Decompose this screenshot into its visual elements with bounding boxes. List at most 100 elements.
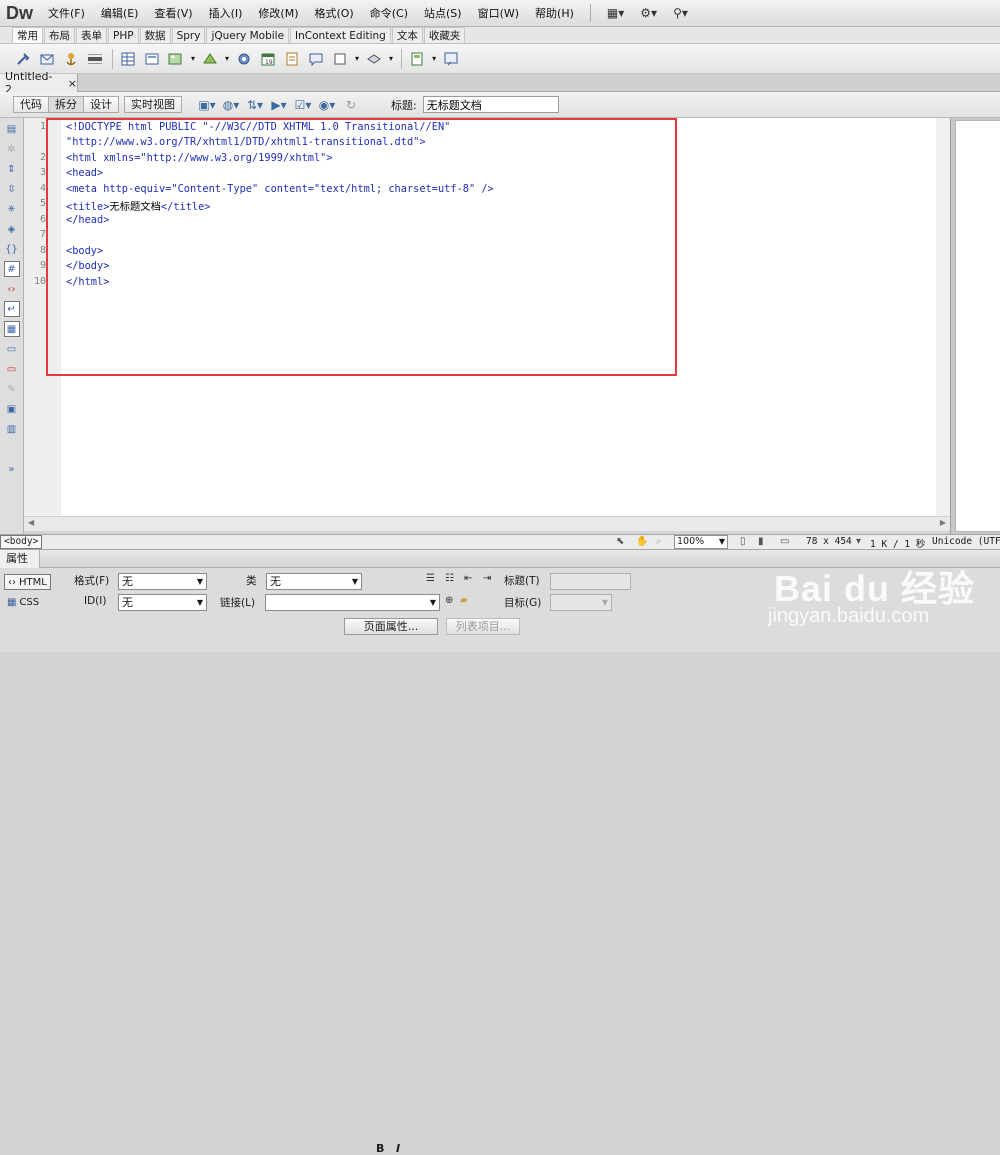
open-documents-icon[interactable]: ▤ [4, 121, 20, 137]
zoom-tool-icon[interactable]: ⌕ [656, 536, 662, 547]
media-dropdown-icon[interactable]: ▾ [225, 54, 229, 63]
document-title-input[interactable] [422, 96, 559, 113]
horizontal-rule-icon[interactable] [86, 50, 104, 68]
ordered-list-icon[interactable]: ☷ [445, 573, 454, 584]
image-icon[interactable] [167, 50, 185, 68]
w3c-validation-icon[interactable]: ▶▾ [267, 98, 291, 112]
script-dropdown-icon[interactable]: ▾ [389, 54, 393, 63]
file-management-icon[interactable]: ⇅▾ [243, 98, 267, 112]
hand-tool-icon[interactable]: ✋ [636, 536, 648, 547]
script-icon[interactable] [365, 50, 383, 68]
indent-icon[interactable]: ⇥ [483, 573, 491, 584]
scroll-right-icon[interactable]: ▶ [940, 518, 946, 527]
date-icon[interactable]: 19 [259, 50, 277, 68]
target-select[interactable]: ▼ [550, 594, 612, 611]
point-to-file-icon[interactable]: ⊕ [445, 595, 453, 606]
menu-commands[interactable]: 命令(C) [362, 5, 416, 21]
browse-folder-icon[interactable]: ▰ [460, 595, 468, 606]
list-item-button[interactable]: 列表项目... [446, 618, 520, 635]
menu-insert[interactable]: 插入(I) [201, 5, 251, 21]
design-view-canvas[interactable] [955, 120, 1000, 532]
tablet-size-icon[interactable]: ▮ [758, 536, 764, 547]
tag-selector[interactable]: <body> [0, 535, 43, 549]
image-dropdown-icon[interactable]: ▾ [191, 54, 195, 63]
design-view-button[interactable]: 设计 [83, 96, 119, 113]
code-view-button[interactable]: 代码 [13, 96, 49, 113]
id-select[interactable]: 无 ▼ [118, 594, 207, 611]
unordered-list-icon[interactable]: ☰ [426, 573, 435, 584]
menu-format[interactable]: 格式(O) [306, 5, 361, 21]
hyperlink-icon[interactable] [14, 50, 32, 68]
head-icon[interactable] [331, 50, 349, 68]
link-input[interactable]: ▼ [265, 594, 440, 611]
collapse-selection-icon[interactable]: ⇳ [4, 181, 20, 197]
div-icon[interactable] [143, 50, 161, 68]
line-numbers-icon[interactable]: # [3, 261, 20, 277]
page-properties-button[interactable]: 页面属性... [344, 618, 438, 635]
tab-php[interactable]: PHP [108, 27, 139, 43]
select-tool-icon[interactable]: ⬉ [616, 536, 624, 547]
show-code-navigator-icon[interactable]: ✲ [4, 141, 20, 157]
menu-modify[interactable]: 修改(M) [250, 5, 306, 21]
named-anchor-icon[interactable] [62, 50, 80, 68]
wrap-tag-icon[interactable]: ✎ [4, 381, 20, 397]
tab-favorites[interactable]: 收藏夹 [423, 27, 466, 43]
settings-icon[interactable]: ⚙▾ [640, 6, 657, 20]
live-view-button[interactable]: 实时视图 [124, 96, 182, 113]
document-tab[interactable]: Untitled-2 × [0, 70, 78, 96]
site-icon[interactable]: ⚲▾ [673, 6, 688, 20]
expand-all-icon[interactable]: ✳ [4, 201, 20, 217]
table-icon[interactable] [119, 50, 137, 68]
email-link-icon[interactable] [38, 50, 56, 68]
format-select[interactable]: 无 ▼ [118, 573, 207, 590]
tab-forms[interactable]: 表单 [76, 27, 107, 43]
menu-help[interactable]: 帮助(H) [527, 5, 582, 21]
preview-browser-icon[interactable]: ◍▾ [219, 98, 243, 112]
menu-edit[interactable]: 编辑(E) [93, 5, 147, 21]
vertical-scrollbar[interactable] [936, 118, 950, 516]
horizontal-scrollbar[interactable]: ◀ ▶ [24, 516, 950, 531]
window-size[interactable]: 78 x 454 [806, 536, 852, 547]
multiscreen-icon[interactable]: ▣▾ [195, 98, 219, 112]
templates-icon[interactable] [408, 50, 426, 68]
class-select[interactable]: 无 ▼ [266, 573, 362, 590]
recent-snippets-icon[interactable]: ▣ [4, 401, 20, 417]
server-include-icon[interactable] [283, 50, 301, 68]
widget-icon[interactable] [235, 50, 253, 68]
browser-compat-icon[interactable]: ☑▾ [291, 98, 315, 112]
close-icon[interactable]: × [68, 77, 77, 90]
bold-button[interactable]: B [376, 1142, 384, 1155]
split-view-button[interactable]: 拆分 [48, 96, 84, 113]
move-css-icon[interactable]: ▥ [4, 421, 20, 437]
zoom-select[interactable]: 100% ▼ [674, 535, 728, 549]
menu-window[interactable]: 窗口(W) [470, 5, 527, 21]
tab-spry[interactable]: Spry [171, 27, 206, 43]
balance-braces-icon[interactable]: {} [4, 241, 20, 257]
css-mode-button[interactable]: ▦ CSS [4, 594, 42, 610]
templates-dropdown-icon[interactable]: ▾ [432, 54, 436, 63]
window-size-dropdown-icon[interactable]: ▾ [856, 536, 861, 547]
mobile-size-icon[interactable]: ▯ [740, 536, 746, 547]
comment-icon[interactable] [307, 50, 325, 68]
more-options-icon[interactable]: » [4, 461, 20, 477]
layout-icon[interactable]: ▦▾ [607, 6, 624, 20]
tag-chooser-icon[interactable] [442, 50, 460, 68]
tab-common[interactable]: 常用 [12, 27, 43, 43]
menu-view[interactable]: 查看(V) [146, 5, 200, 21]
apply-comment-icon[interactable]: ▭ [4, 341, 20, 357]
select-parent-tag-icon[interactable]: ◈ [4, 221, 20, 237]
title-attr-input[interactable] [550, 573, 631, 590]
refresh-icon[interactable]: ↻ [339, 98, 363, 112]
scroll-left-icon[interactable]: ◀ [28, 518, 34, 527]
menu-site[interactable]: 站点(S) [416, 5, 470, 21]
italic-button[interactable]: I [396, 1142, 400, 1155]
tab-jquery-mobile[interactable]: jQuery Mobile [206, 27, 290, 43]
properties-tab[interactable]: 属性 [0, 550, 40, 568]
collapse-full-tag-icon[interactable]: ⇕ [4, 161, 20, 177]
syntax-coloring-icon[interactable]: ▦ [3, 321, 20, 337]
media-icon[interactable] [201, 50, 219, 68]
tab-incontext-editing[interactable]: InContext Editing [290, 27, 391, 43]
tab-data[interactable]: 数据 [139, 27, 171, 43]
tab-text[interactable]: 文本 [391, 27, 423, 43]
html-mode-button[interactable]: ‹› HTML [4, 574, 51, 590]
